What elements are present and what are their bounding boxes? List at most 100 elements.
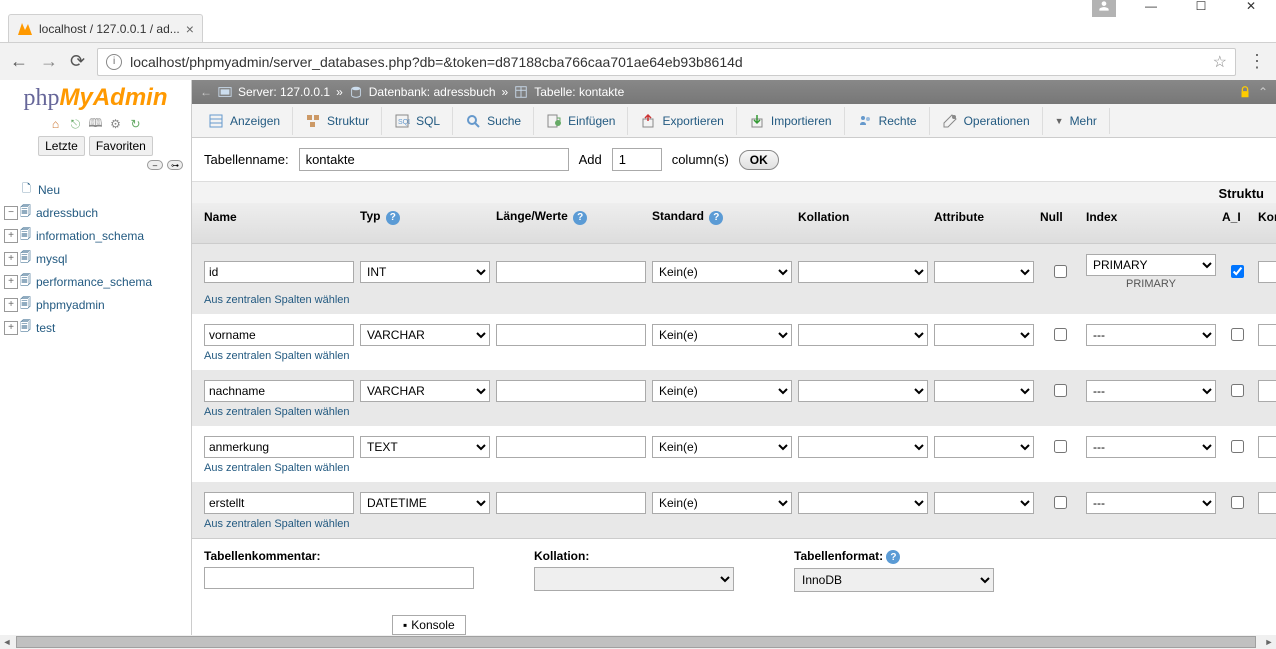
field-type-select[interactable]: DATETIME [360,492,490,514]
field-length-input[interactable] [496,324,646,346]
window-close-button[interactable]: ✕ [1236,1,1266,11]
field-null-checkbox[interactable] [1054,265,1067,278]
field-comment-input[interactable] [1258,436,1276,458]
field-index-select[interactable]: PRIMARY [1086,254,1216,276]
console-toggle[interactable]: ▪ Konsole [392,615,466,635]
browser-menu-button[interactable]: ⋮ [1248,51,1266,72]
field-ai-checkbox[interactable] [1231,328,1244,341]
field-index-select[interactable]: --- [1086,324,1216,346]
field-name-input[interactable] [204,436,354,458]
field-ai-checkbox[interactable] [1231,440,1244,453]
field-collation-select[interactable] [798,436,928,458]
user-account-icon[interactable] [1092,0,1116,17]
reload-icon[interactable]: ↻ [128,116,144,132]
field-attributes-select[interactable] [934,324,1034,346]
url-input[interactable]: i localhost/phpmyadmin/server_databases.… [97,48,1236,76]
field-default-select[interactable]: Kein(e) [652,436,792,458]
nav-left-icon[interactable]: ← [200,85,212,99]
tree-db-item[interactable]: +🗐information_schema [4,224,187,247]
central-columns-link[interactable]: Aus zentralen Spalten wählen [204,350,350,362]
central-columns-link[interactable]: Aus zentralen Spalten wählen [204,406,350,418]
browser-tab[interactable]: localhost / 127.0.0.1 / ad... × [8,14,203,42]
field-collation-select[interactable] [798,261,928,283]
page-settings-icon[interactable]: ⌃ [1258,85,1268,99]
tree-db-item[interactable]: +🗐test [4,316,187,339]
nav-back-button[interactable]: ← [10,51,28,72]
tree-expander-icon[interactable]: + [4,321,18,335]
field-collation-select[interactable] [798,492,928,514]
tree-db-item[interactable]: +🗐performance_schema [4,270,187,293]
link-icon[interactable]: ⊶ [167,160,183,170]
breadcrumb-server[interactable]: Server: 127.0.0.1 [238,85,330,99]
nav-reload-button[interactable]: ⟳ [70,51,85,72]
tab-import[interactable]: Importieren [737,107,845,135]
field-attributes-select[interactable] [934,261,1034,283]
table-comment-input[interactable] [204,567,474,589]
central-columns-link[interactable]: Aus zentralen Spalten wählen [204,518,350,530]
lock-icon[interactable] [1238,85,1252,99]
tab-insert[interactable]: Einfügen [534,107,628,135]
field-name-input[interactable] [204,324,354,346]
field-null-checkbox[interactable] [1054,496,1067,509]
tab-sql[interactable]: SQLSQL [382,107,453,135]
window-minimize-button[interactable]: — [1136,1,1166,11]
recent-tab[interactable]: Letzte [38,136,85,156]
field-null-checkbox[interactable] [1054,440,1067,453]
field-comment-input[interactable] [1258,324,1276,346]
field-length-input[interactable] [496,436,646,458]
tree-expander-icon[interactable]: + [4,275,18,289]
field-index-select[interactable]: --- [1086,492,1216,514]
settings-gear-icon[interactable]: ⚙ [108,116,124,132]
field-type-select[interactable]: VARCHAR [360,380,490,402]
home-icon[interactable]: ⌂ [48,116,64,132]
collapse-all-icon[interactable]: – [147,160,163,170]
field-attributes-select[interactable] [934,380,1034,402]
field-ai-checkbox[interactable] [1231,384,1244,397]
tree-db-item[interactable]: −🗐adressbuch [4,201,187,224]
collation-select[interactable] [534,567,734,591]
help-icon[interactable]: ? [573,211,587,225]
field-default-select[interactable]: Kein(e) [652,261,792,283]
field-index-select[interactable]: --- [1086,436,1216,458]
field-collation-select[interactable] [798,324,928,346]
scroll-right-icon[interactable]: ► [1262,637,1276,647]
field-type-select[interactable]: VARCHAR [360,324,490,346]
tab-structure[interactable]: Struktur [293,107,382,135]
field-type-select[interactable]: TEXT [360,436,490,458]
field-default-select[interactable]: Kein(e) [652,380,792,402]
scrollbar-thumb[interactable] [16,636,1256,648]
field-index-select[interactable]: --- [1086,380,1216,402]
help-icon[interactable]: ? [886,550,900,564]
tab-browse[interactable]: Anzeigen [196,107,293,135]
tab-export[interactable]: Exportieren [628,107,736,135]
field-length-input[interactable] [496,261,646,283]
field-default-select[interactable]: Kein(e) [652,324,792,346]
field-comment-input[interactable] [1258,261,1276,283]
logout-icon[interactable]: ⎋ [68,116,84,132]
field-comment-input[interactable] [1258,380,1276,402]
site-info-icon[interactable]: i [106,54,122,70]
help-icon[interactable]: ? [386,211,400,225]
field-name-input[interactable] [204,261,354,283]
field-ai-checkbox[interactable] [1231,496,1244,509]
tablename-input[interactable] [299,148,569,171]
horizontal-scrollbar[interactable]: ◄ ► [0,635,1276,649]
central-columns-link[interactable]: Aus zentralen Spalten wählen [204,462,350,474]
bookmark-star-icon[interactable]: ☆ [1213,52,1227,72]
tree-new-db[interactable]: 🗋 Neu [4,178,187,201]
breadcrumb-table[interactable]: Tabelle: kontakte [534,85,624,99]
field-default-select[interactable]: Kein(e) [652,492,792,514]
field-attributes-select[interactable] [934,492,1034,514]
field-ai-checkbox[interactable] [1231,265,1244,278]
tab-more[interactable]: ▼Mehr [1043,108,1110,134]
help-icon[interactable]: ? [709,211,723,225]
tree-db-item[interactable]: +🗐phpmyadmin [4,293,187,316]
tree-db-item[interactable]: +🗐mysql [4,247,187,270]
field-type-select[interactable]: INT [360,261,490,283]
docs-icon[interactable]: 🕮 [88,116,104,132]
field-comment-input[interactable] [1258,492,1276,514]
central-columns-link[interactable]: Aus zentralen Spalten wählen [204,294,350,306]
favorites-tab[interactable]: Favoriten [89,136,153,156]
tree-expander-icon[interactable]: + [4,252,18,266]
field-length-input[interactable] [496,380,646,402]
